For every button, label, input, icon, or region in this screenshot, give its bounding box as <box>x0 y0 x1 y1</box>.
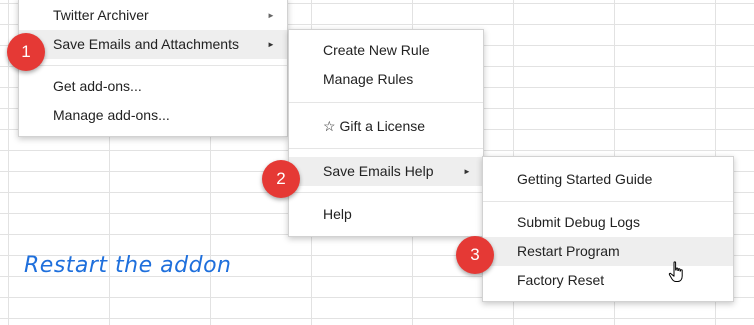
menu-separator <box>483 201 733 202</box>
menu-separator <box>289 148 483 149</box>
menu-item-label: Manage Rules <box>323 71 414 87</box>
menu-item-label: Twitter Archiver <box>53 7 149 23</box>
menu-item-label: ☆ Gift a License <box>323 118 426 134</box>
menu-item-label: Manage add-ons... <box>53 107 170 123</box>
menu-separator <box>289 192 483 193</box>
annotation-caption: Restart the addon <box>24 253 232 278</box>
menu-item-manage-add-ons[interactable]: Manage add-ons... <box>19 101 287 130</box>
save-emails-submenu: Create New Rule Manage Rules ☆ Gift a Li… <box>288 29 484 237</box>
menu-item-submit-debug-logs[interactable]: Submit Debug Logs <box>483 208 733 237</box>
submenu-arrow-icon: ► <box>267 11 275 20</box>
menu-item-factory-reset[interactable]: Factory Reset <box>483 266 733 295</box>
menu-item-restart-program[interactable]: Restart Program <box>483 237 733 266</box>
menu-item-label: Factory Reset <box>517 272 605 288</box>
menu-item-label: Help <box>323 206 352 222</box>
menu-item-gift-a-license[interactable]: ☆ Gift a License <box>289 112 483 141</box>
menu-item-twitter-archiver[interactable]: Twitter Archiver ► <box>19 1 287 30</box>
step-badge-1: 1 <box>7 33 45 71</box>
menu-item-label: Save Emails Help <box>323 163 434 179</box>
menu-item-label: Save Emails and Attachments <box>53 36 239 52</box>
menu-item-get-add-ons[interactable]: Get add-ons... <box>19 72 287 101</box>
menu-item-label: Create New Rule <box>323 42 430 58</box>
menu-separator <box>289 102 483 103</box>
menu-item-getting-started-guide[interactable]: Getting Started Guide <box>483 165 733 194</box>
menu-item-label: Getting Started Guide <box>517 171 653 187</box>
menu-item-label: Submit Debug Logs <box>517 214 640 230</box>
submenu-arrow-icon: ► <box>463 167 471 176</box>
menu-item-create-new-rule[interactable]: Create New Rule <box>289 36 483 65</box>
menu-item-label: Restart Program <box>517 243 620 259</box>
menu-item-label: Get add-ons... <box>53 78 142 94</box>
hand-pointer-icon <box>668 261 683 282</box>
save-emails-help-submenu: Getting Started Guide Submit Debug Logs … <box>482 156 734 302</box>
menu-separator <box>19 65 287 66</box>
menu-item-save-emails-and-attachments[interactable]: Save Emails and Attachments ► <box>19 30 287 59</box>
step-badge-2: 2 <box>262 160 300 198</box>
menu-item-help[interactable]: Help <box>289 200 483 229</box>
submenu-arrow-icon: ► <box>267 40 275 49</box>
addons-menu: Twitter Archiver ► Save Emails and Attac… <box>18 0 288 137</box>
menu-item-manage-rules[interactable]: Manage Rules <box>289 65 483 94</box>
step-badge-3: 3 <box>456 236 494 274</box>
menu-item-save-emails-help[interactable]: Save Emails Help ► <box>289 157 483 186</box>
